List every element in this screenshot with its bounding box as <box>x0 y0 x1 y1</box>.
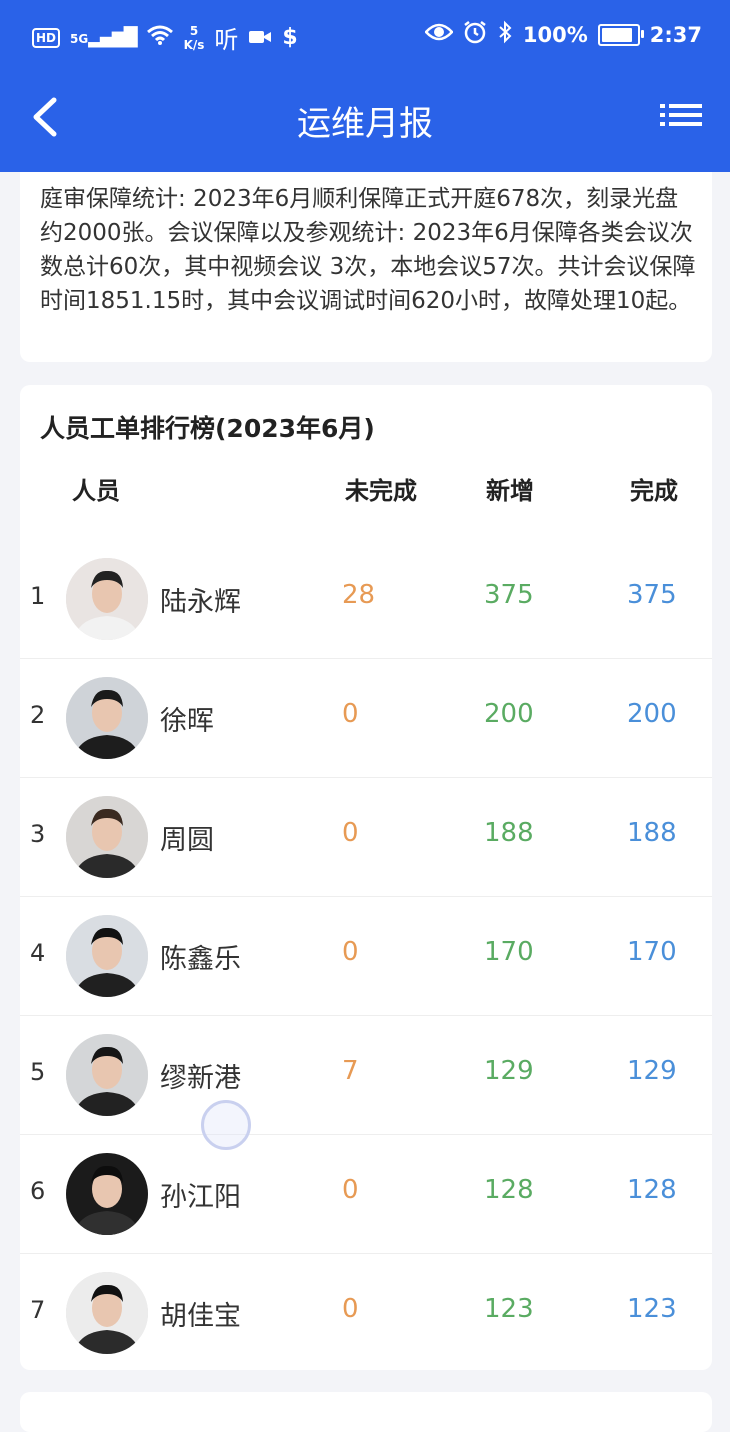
avatar <box>66 677 148 759</box>
video-camera-icon <box>248 26 272 50</box>
ranking-row[interactable]: 6 孙江阳 0 128 128 <box>20 1135 712 1254</box>
new-count: 200 <box>484 699 534 729</box>
avatar <box>66 1153 148 1235</box>
network-speed-unit: K/s <box>183 37 205 52</box>
rank-number: 6 <box>30 1177 46 1205</box>
list-menu-icon <box>660 104 702 126</box>
status-bar: HD 5G▂▄▆█ 5 K/s 听 $ 100% 2:37 <box>0 0 730 72</box>
page-title: 运维月报 <box>297 104 433 144</box>
ranking-title: 人员工单排行榜(2023年6月) <box>40 414 375 443</box>
person-name: 胡佳宝 <box>160 1301 241 1332</box>
hd-badge: HD <box>32 27 61 48</box>
done-count: 129 <box>627 1056 677 1086</box>
next-card <box>20 1392 712 1432</box>
person-name: 陆永辉 <box>160 587 241 618</box>
network-speed-value: 5 <box>189 23 199 38</box>
done-count: 128 <box>627 1175 677 1205</box>
eye-icon <box>424 22 454 47</box>
ranking-row[interactable]: 7 胡佳宝 0 123 123 <box>20 1254 712 1372</box>
menu-button[interactable] <box>658 100 704 140</box>
done-count: 123 <box>627 1294 677 1324</box>
status-right: 100% 2:37 <box>424 20 702 49</box>
header-unfinished: 未完成 <box>345 477 417 505</box>
done-count: 375 <box>627 580 677 610</box>
person-name: 周圆 <box>160 825 214 856</box>
ranking-card: 人员工单排行榜(2023年6月) 人员 未完成 新增 完成 1 陆永辉 28 3… <box>20 385 712 1370</box>
ranking-row[interactable]: 1 陆永辉 28 375 375 <box>20 540 712 659</box>
summary-text: 庭审保障统计: 2023年6月顺利保障正式开庭678次，刻录光盘约2000张。会… <box>40 186 696 314</box>
unfinished-count: 7 <box>342 1056 359 1086</box>
new-count: 375 <box>484 580 534 610</box>
person-photo <box>66 915 148 997</box>
battery-icon <box>597 23 644 46</box>
unfinished-count: 0 <box>342 818 359 848</box>
battery-percent: 100% <box>522 22 588 47</box>
rank-number: 4 <box>30 939 46 967</box>
avatar <box>66 558 148 640</box>
person-photo <box>66 677 148 759</box>
battery-fill <box>601 27 632 42</box>
person-photo <box>66 796 148 878</box>
ranking-row[interactable]: 2 徐晖 0 200 200 <box>20 659 712 778</box>
unfinished-count: 0 <box>342 699 359 729</box>
nav-bar: 运维月报 <box>0 72 730 172</box>
header-person: 人员 <box>72 477 120 505</box>
new-count: 170 <box>484 937 534 967</box>
ranking-row[interactable]: 4 陈鑫乐 0 170 170 <box>20 897 712 1016</box>
new-count: 128 <box>484 1175 534 1205</box>
done-count: 170 <box>627 937 677 967</box>
new-count: 123 <box>484 1294 534 1324</box>
person-photo <box>66 1153 148 1235</box>
ranking-row[interactable]: 5 缪新港 7 129 129 <box>20 1016 712 1135</box>
header-new: 新增 <box>486 477 534 505</box>
wifi-icon <box>146 24 174 51</box>
summary-card: 庭审保障统计: 2023年6月顺利保障正式开庭678次，刻录光盘约2000张。会… <box>20 172 712 362</box>
rank-number: 5 <box>30 1058 46 1086</box>
done-count: 200 <box>627 699 677 729</box>
person-name: 孙江阳 <box>160 1182 241 1213</box>
network-speed: 5 K/s <box>184 24 205 52</box>
avatar <box>66 1034 148 1116</box>
avatar <box>66 1272 148 1354</box>
person-photo <box>66 1034 148 1116</box>
header-done: 完成 <box>630 477 678 505</box>
avatar <box>66 796 148 878</box>
listen-app-icon: 听 <box>214 26 239 54</box>
person-name: 徐晖 <box>160 706 214 737</box>
done-count: 188 <box>627 818 677 848</box>
person-photo <box>66 1272 148 1354</box>
new-count: 129 <box>484 1056 534 1086</box>
new-count: 188 <box>484 818 534 848</box>
bluetooth-icon <box>497 20 513 49</box>
unfinished-count: 0 <box>342 1175 359 1205</box>
rank-number: 3 <box>30 820 46 848</box>
unfinished-count: 28 <box>342 580 376 610</box>
ranking-row[interactable]: 3 周圆 0 188 188 <box>20 778 712 897</box>
person-name: 陈鑫乐 <box>160 944 241 975</box>
alarm-clock-icon <box>463 20 487 49</box>
network-label: 5G <box>70 32 89 46</box>
status-left: HD 5G▂▄▆█ 5 K/s 听 $ <box>32 20 298 55</box>
avatar <box>66 915 148 997</box>
person-photo <box>66 558 148 640</box>
unfinished-count: 0 <box>342 937 359 967</box>
network-signal-icon: 5G▂▄▆█ <box>70 27 138 48</box>
rank-number: 2 <box>30 701 46 729</box>
sync-icon: $ <box>282 25 298 50</box>
person-name: 缪新港 <box>160 1063 241 1094</box>
rank-number: 1 <box>30 582 46 610</box>
clock-time: 2:37 <box>649 22 702 47</box>
rank-number: 7 <box>30 1296 46 1324</box>
unfinished-count: 0 <box>342 1294 359 1324</box>
touch-indicator <box>201 1100 251 1150</box>
